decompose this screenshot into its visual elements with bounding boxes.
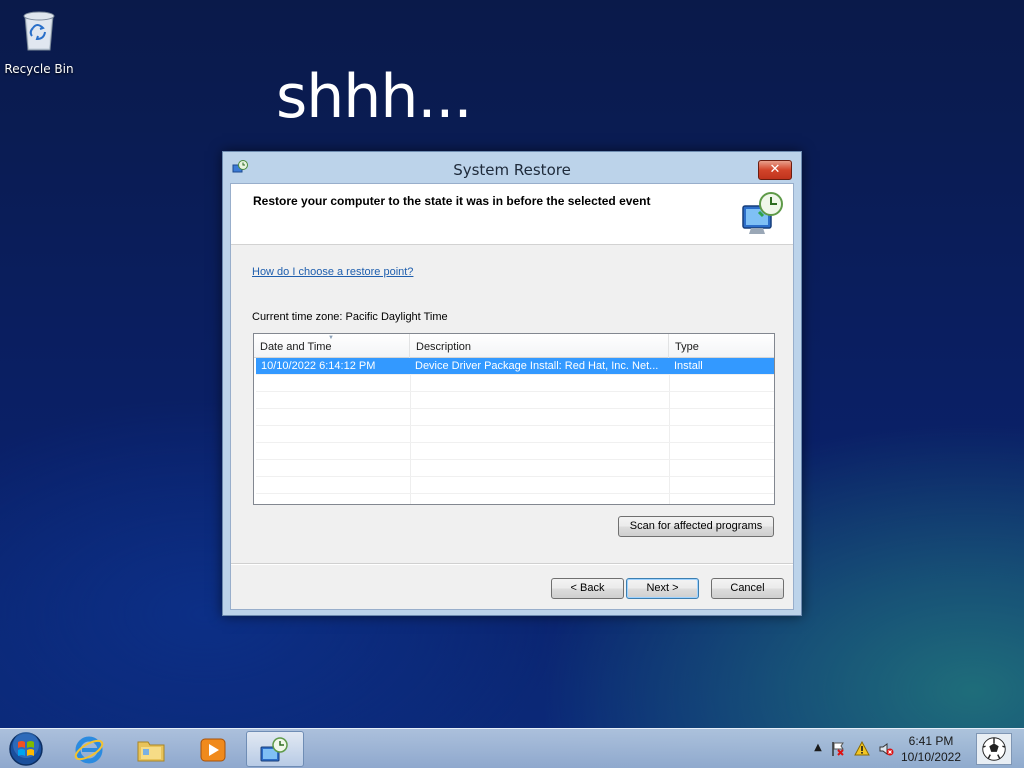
desktop-icon-label: Recycle Bin xyxy=(4,62,74,76)
taskbar-clock[interactable]: 6:41 PM 10/10/2022 xyxy=(896,733,966,765)
table-row[interactable]: 10/10/2022 6:14:12 PM Device Driver Pack… xyxy=(256,358,774,375)
restore-points-list[interactable]: ▼ Date and Time Description Type 10/10/2… xyxy=(253,333,775,505)
taskbar-windows-explorer[interactable] xyxy=(124,731,178,767)
row-description: Device Driver Package Install: Red Hat, … xyxy=(415,360,659,372)
system-restore-icon xyxy=(260,737,288,762)
taskbar-media-player[interactable] xyxy=(186,731,240,767)
help-link[interactable]: How do I choose a restore point? xyxy=(252,266,413,278)
timezone-label: Current time zone: Pacific Daylight Time xyxy=(252,311,448,323)
column-label: Description xyxy=(416,341,472,353)
empty-row xyxy=(256,392,774,409)
row-type: Install xyxy=(674,360,703,372)
empty-row xyxy=(256,460,774,477)
volume-muted-icon[interactable] xyxy=(878,741,894,757)
empty-row xyxy=(256,443,774,460)
system-tray: ▲ 6:41 PM 10/10/2022 xyxy=(804,729,1024,768)
soccer-ball-icon xyxy=(977,734,1011,764)
recycle-bin-icon xyxy=(23,11,55,51)
sort-arrow-icon: ▼ xyxy=(328,335,334,341)
header-band: Restore your computer to the state it wa… xyxy=(231,184,793,245)
media-player-icon xyxy=(200,738,226,762)
action-center-flag-icon[interactable] xyxy=(830,741,846,757)
warning-icon[interactable] xyxy=(854,741,870,757)
window-title: System Restore xyxy=(453,161,571,179)
empty-row xyxy=(256,375,774,392)
system-restore-large-icon xyxy=(742,192,783,234)
empty-row xyxy=(256,426,774,443)
show-hidden-icons-arrow[interactable]: ▲ xyxy=(810,742,826,758)
windows-logo-icon xyxy=(9,732,43,766)
row-date: 10/10/2022 6:14:12 PM xyxy=(261,360,376,372)
desktop-icon-recycle-bin[interactable]: Recycle Bin xyxy=(4,6,74,76)
system-restore-window: System Restore ✕ Restore your computer t… xyxy=(222,151,802,616)
internet-explorer-icon xyxy=(74,736,104,764)
list-header: ▼ Date and Time Description Type xyxy=(254,334,774,358)
start-button[interactable] xyxy=(6,731,46,767)
column-header-description[interactable]: Description xyxy=(410,334,669,358)
taskbar-system-restore[interactable] xyxy=(246,731,304,767)
title-bar[interactable]: System Restore ✕ xyxy=(223,152,801,184)
empty-row xyxy=(256,409,774,426)
next-button[interactable]: Next > xyxy=(626,578,699,599)
column-label: Type xyxy=(675,341,699,353)
close-button[interactable]: ✕ xyxy=(758,160,792,180)
clock-time: 6:41 PM xyxy=(908,734,954,748)
divider xyxy=(231,564,793,565)
scan-affected-programs-button[interactable]: Scan for affected programs xyxy=(618,516,774,537)
taskbar: ▲ 6:41 PM 10/10/2022 xyxy=(0,728,1024,768)
cancel-button[interactable]: Cancel xyxy=(711,578,784,599)
windows-explorer-icon xyxy=(137,741,165,762)
back-button[interactable]: < Back xyxy=(551,578,624,599)
user-picture-tile[interactable] xyxy=(976,733,1012,765)
column-header-date[interactable]: ▼ Date and Time xyxy=(254,334,410,358)
desktop-overlay-text: shhh... xyxy=(276,62,473,132)
empty-row xyxy=(256,477,774,494)
taskbar-internet-explorer[interactable] xyxy=(62,731,116,767)
page-heading: Restore your computer to the state it wa… xyxy=(253,194,651,208)
dialog-client-area: Restore your computer to the state it wa… xyxy=(230,183,794,610)
column-header-type[interactable]: Type xyxy=(669,334,774,358)
clock-date: 10/10/2022 xyxy=(900,750,962,764)
column-label: Date and Time xyxy=(260,341,332,353)
